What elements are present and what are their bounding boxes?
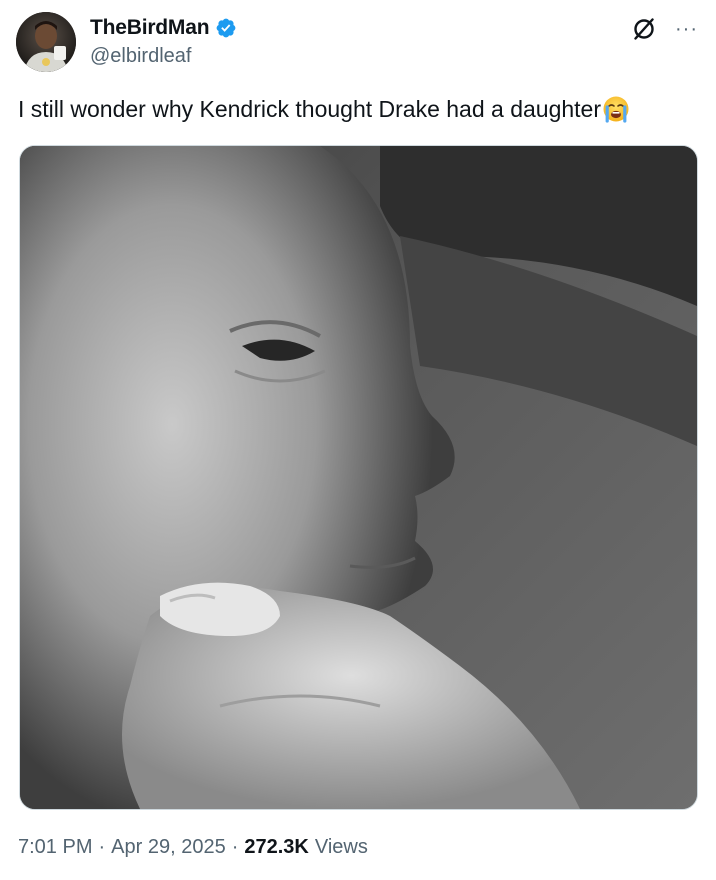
tweet-header: TheBirdMan @elbirdleaf ··· (0, 0, 716, 80)
handle[interactable]: @elbirdleaf (90, 45, 237, 68)
tweet-text: I still wonder why Kendrick thought Drak… (18, 93, 708, 131)
loudly-crying-face-icon (602, 95, 630, 131)
meta-separator: · (98, 836, 106, 858)
meta-separator: · (231, 836, 239, 858)
tweet-text-body: I still wonder why Kendrick thought Drak… (18, 96, 601, 122)
views-count: 272.3K (244, 836, 309, 858)
avatar[interactable] (16, 12, 76, 72)
more-icon[interactable]: ··· (675, 16, 698, 42)
grok-icon[interactable] (631, 16, 657, 42)
tweet-metadata: 7:01 PM · Apr 29, 2025 · 272.3K Views (18, 836, 368, 859)
display-name[interactable]: TheBirdMan (90, 16, 210, 40)
tweet-photo[interactable] (19, 145, 698, 810)
views-label: Views (314, 836, 368, 858)
tweet-date[interactable]: Apr 29, 2025 (111, 836, 226, 859)
verified-badge-icon (215, 17, 237, 39)
tweet-time[interactable]: 7:01 PM (18, 836, 92, 859)
